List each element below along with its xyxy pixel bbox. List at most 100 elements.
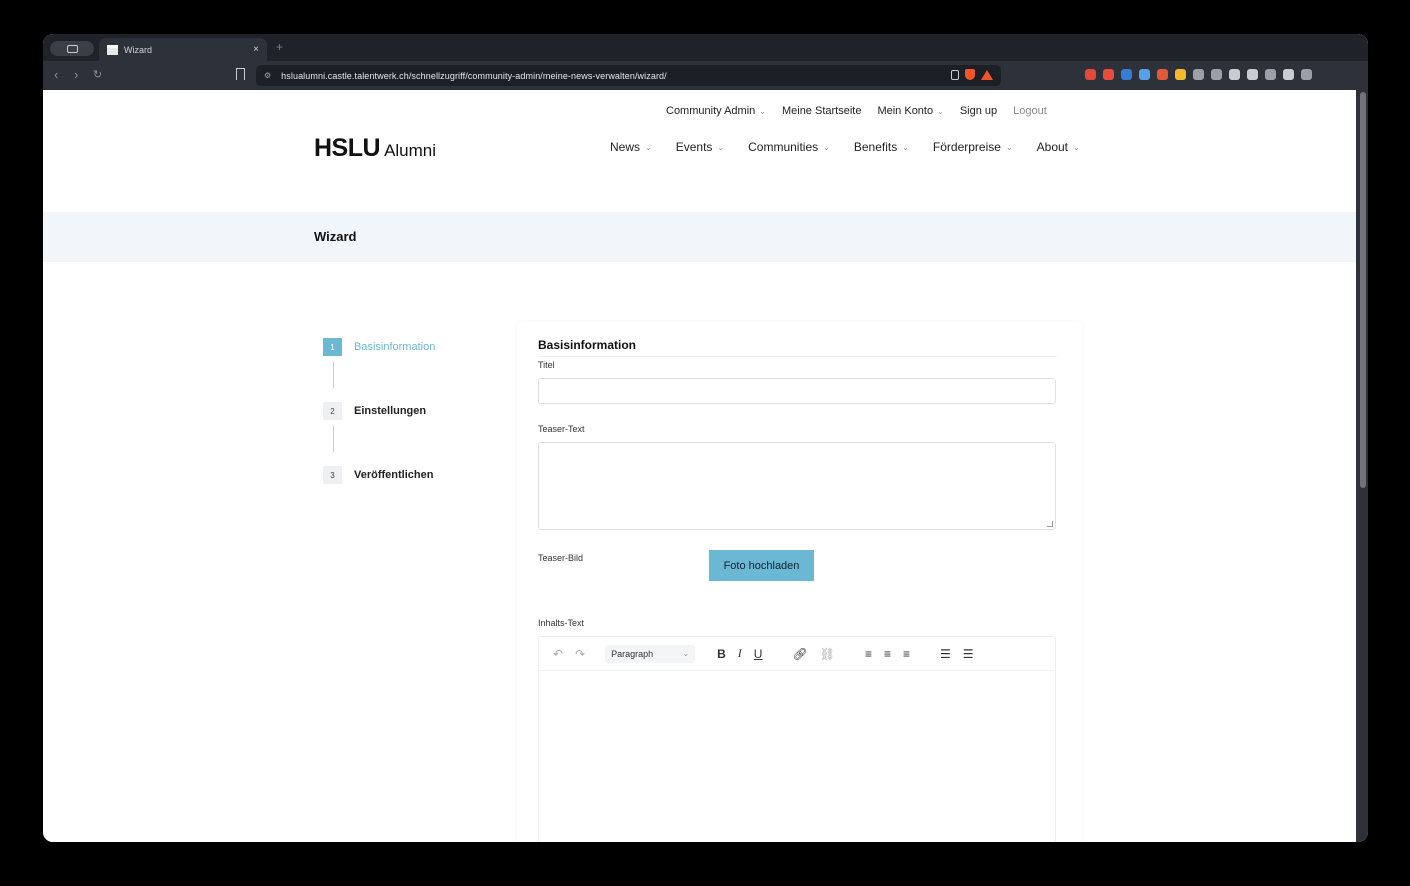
top-nav: Community Admin ⌄ Meine Startseite Mein Kon…	[666, 105, 1047, 117]
unlink-icon[interactable]: ⛓︎	[820, 647, 835, 661]
titel-label: Titel	[538, 360, 555, 370]
step-label: Basisinformation	[354, 341, 436, 353]
extension-icon[interactable]	[1103, 69, 1114, 80]
step-label: Veröffentlichen	[354, 469, 434, 481]
close-icon[interactable]: ×	[253, 44, 259, 55]
main-nav-item[interactable]: News ⌄	[610, 140, 652, 154]
url-text: hslualumni.castle.talentwerk.ch/schnellz…	[281, 70, 667, 81]
forward-icon[interactable]: ›	[74, 68, 78, 82]
new-tab-button[interactable]: +	[276, 40, 283, 54]
tab-wizard[interactable]: Wizard ×	[99, 38, 267, 61]
step-number: 1	[323, 338, 342, 356]
teaser-text-textarea[interactable]	[538, 442, 1056, 530]
underline-icon[interactable]: U	[754, 647, 763, 661]
chevron-down-icon: ⌄	[823, 142, 830, 152]
top-nav-item[interactable]: Sign up	[960, 105, 997, 117]
extension-icon[interactable]	[1301, 69, 1312, 80]
resize-handle-icon[interactable]	[1047, 521, 1053, 527]
site-settings-icon[interactable]: ⚙	[264, 71, 271, 80]
main-nav-label: News	[610, 140, 641, 154]
align-left-icon[interactable]: ≡	[865, 647, 872, 661]
chevron-down-icon: ⌄	[1073, 142, 1080, 152]
scrollbar-thumb[interactable]	[1360, 92, 1366, 488]
main-nav-item[interactable]: Förderpreise ⌄	[933, 140, 1013, 154]
step-connector	[333, 362, 334, 388]
chevron-down-icon: ⌄	[902, 142, 909, 152]
share-icon[interactable]	[951, 69, 959, 80]
top-nav-label: Logout	[1013, 105, 1047, 117]
extension-icon[interactable]	[1211, 69, 1222, 80]
extension-icon[interactable]	[1229, 69, 1240, 80]
titel-input[interactable]	[538, 378, 1056, 404]
bullet-list-icon[interactable]: ☰	[940, 647, 951, 661]
inhalts-text-label: Inhalts-Text	[538, 618, 585, 628]
extension-icon[interactable]	[1193, 69, 1204, 80]
top-nav-label: Sign up	[959, 105, 998, 117]
site-logo[interactable]: HSLU Alumni	[314, 134, 436, 163]
chevron-down-icon: ⌄	[937, 106, 944, 116]
numbered-list-icon[interactable]: ☰	[963, 647, 974, 661]
extension-icon[interactable]	[1139, 69, 1150, 80]
address-toolbar: ‹ › ↻ ⚙ hslualumni.castle.talentwerk.ch/…	[43, 61, 1368, 90]
bold-icon[interactable]: B	[717, 647, 726, 661]
foto-hochladen-button[interactable]: Foto hochladen	[709, 550, 814, 581]
step-basisinformation[interactable]: 1 Basisinformation	[323, 338, 435, 356]
step-number: 2	[323, 402, 342, 420]
chevron-down-icon: ⌄	[717, 142, 725, 152]
tab-title: Wizard	[124, 44, 153, 55]
top-nav-label: Meine Startseite	[781, 105, 862, 117]
top-nav-label: Community Admin	[666, 105, 756, 117]
bookmark-icon[interactable]	[236, 68, 245, 80]
reload-icon[interactable]: ↻	[93, 68, 102, 82]
main-nav-item[interactable]: Events ⌄	[676, 140, 724, 154]
block-format-value: Paragraph	[611, 648, 654, 659]
brave-shields-icon[interactable]	[965, 69, 975, 80]
undo-icon[interactable]: ↶	[553, 647, 563, 661]
block-format-select[interactable]: Paragraph ⌄	[605, 644, 696, 663]
step-number: 3	[323, 466, 342, 484]
extension-icon[interactable]	[1247, 69, 1258, 80]
extension-icon[interactable]	[1157, 69, 1168, 80]
sidebar-toggle-button[interactable]	[50, 41, 94, 56]
align-right-icon[interactable]: ≡	[903, 647, 910, 661]
teaser-bild-label: Teaser-Bild	[538, 553, 584, 563]
chevron-down-icon: ⌄	[759, 106, 766, 116]
main-nav-item[interactable]: About ⌄	[1037, 140, 1080, 154]
step-veroeffentlichen[interactable]: 3 Veröffentlichen	[323, 466, 433, 484]
extension-icon[interactable]	[1085, 69, 1096, 80]
main-nav-label: Events	[675, 140, 713, 154]
logo-sub: Alumni	[384, 141, 437, 160]
redo-icon[interactable]: ↷	[575, 647, 585, 661]
top-nav-item[interactable]: Community Admin ⌄	[666, 105, 766, 117]
main-nav: News ⌄ Events ⌄ Communities ⌄ Benefits ⌄ Förderp…	[610, 140, 1080, 154]
extension-icon[interactable]	[1175, 69, 1186, 80]
favicon-icon	[107, 44, 118, 55]
page-content: HSLU Alumni Community Admin ⌄ Meine Starts…	[43, 90, 1356, 842]
brave-rewards-icon[interactable]	[981, 69, 993, 80]
browser-window: Wizard × + ‹ › ↻ ⚙ hslualumni.castle.tal…	[43, 34, 1368, 842]
page-title: Wizard	[314, 229, 357, 244]
main-nav-label: About	[1036, 140, 1068, 154]
top-nav-item[interactable]: Mein Konto ⌄	[877, 105, 943, 117]
top-nav-item[interactable]: Logout	[1013, 105, 1047, 117]
rich-text-editor[interactable]: ↶ ↷ Paragraph ⌄ B I U 🔗︎ ⛓︎ ≡ ≡ ≡ ☰ ☰	[538, 636, 1056, 842]
url-bar[interactable]: ⚙ hslualumni.castle.talentwerk.ch/schnel…	[256, 65, 1001, 86]
main-nav-label: Benefits	[853, 140, 898, 154]
main-nav-label: Förderpreise	[932, 140, 1001, 154]
step-einstellungen[interactable]: 2 Einstellungen	[323, 402, 426, 420]
top-nav-item[interactable]: Meine Startseite	[782, 105, 861, 117]
back-icon[interactable]: ‹	[54, 68, 58, 82]
main-nav-item[interactable]: Benefits ⌄	[854, 140, 909, 154]
align-center-icon[interactable]: ≡	[884, 647, 891, 661]
extension-icon[interactable]	[1265, 69, 1276, 80]
wizard-form-card: Basisinformation Titel Teaser-Text Tease…	[517, 322, 1082, 842]
link-icon[interactable]: 🔗︎	[792, 647, 807, 661]
extension-icon[interactable]	[1121, 69, 1132, 80]
extension-icon[interactable]	[1283, 69, 1294, 80]
top-nav-label: Mein Konto	[877, 105, 934, 117]
editor-toolbar: ↶ ↷ Paragraph ⌄ B I U 🔗︎ ⛓︎ ≡ ≡ ≡ ☰ ☰	[539, 637, 1055, 671]
italic-icon[interactable]: I	[738, 646, 742, 661]
tab-bar: Wizard × +	[43, 34, 1368, 61]
main-nav-item[interactable]: Communities ⌄	[748, 140, 830, 154]
sidebar-icon	[66, 44, 78, 53]
